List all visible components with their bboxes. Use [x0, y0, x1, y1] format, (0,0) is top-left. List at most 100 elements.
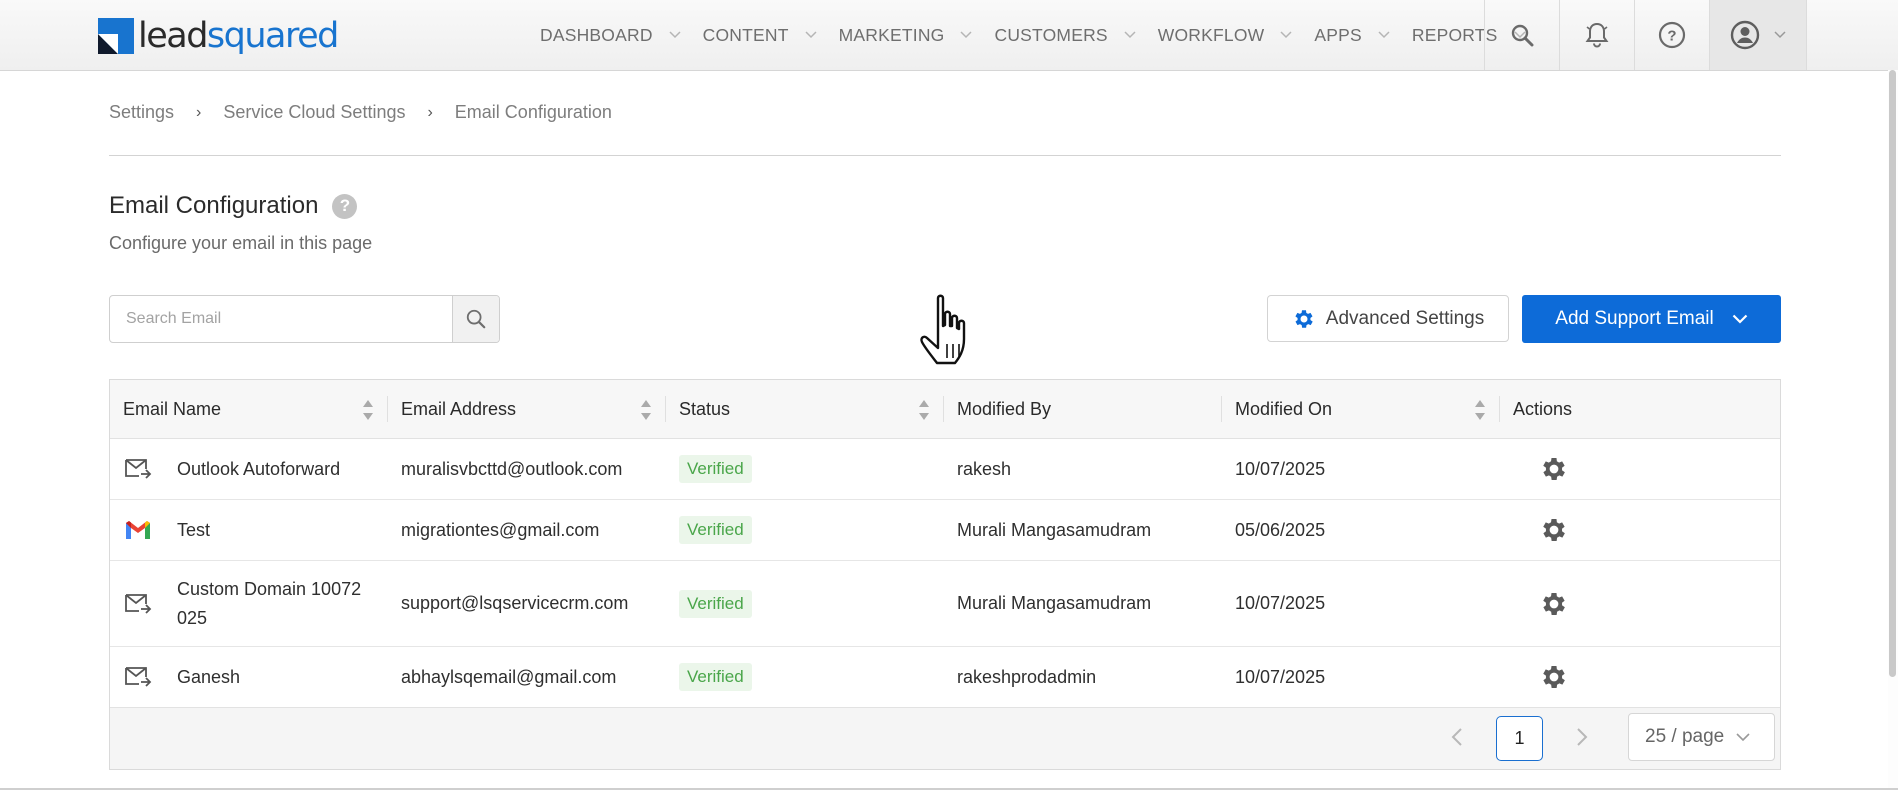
table-row: Outlook Autoforward muralisvbcttd@outloo… — [110, 439, 1780, 500]
status-badge: Verified — [679, 589, 752, 618]
chevron-down-icon — [1736, 732, 1750, 741]
gear-icon — [1295, 309, 1313, 328]
cell-status: Verified — [666, 455, 944, 483]
gear-icon — [1543, 458, 1565, 480]
gear-icon — [1543, 592, 1565, 615]
breadcrumb-settings[interactable]: Settings — [109, 102, 174, 123]
gmail-icon — [123, 518, 153, 542]
page-title-text: Email Configuration — [109, 192, 319, 219]
chevron-right-icon — [1577, 728, 1588, 746]
search-email-box — [109, 295, 500, 343]
row-actions-gear[interactable] — [1500, 515, 1780, 545]
nav-utility-icons: ? — [1484, 0, 1807, 70]
search-icon — [466, 309, 486, 329]
status-badge: Verified — [679, 455, 752, 483]
user-icon — [1730, 20, 1760, 50]
email-configuration-table: Email Name Email Address Status Modified… — [109, 379, 1781, 770]
advanced-settings-label: Advanced Settings — [1325, 307, 1485, 329]
column-header-email-address[interactable]: Email Address — [388, 380, 666, 438]
help-icon[interactable]: ? — [332, 193, 358, 219]
sort-icon[interactable] — [640, 399, 652, 421]
mail-forward-icon — [123, 592, 153, 616]
row-actions-gear[interactable] — [1500, 662, 1780, 692]
row-actions-gear[interactable] — [1500, 589, 1780, 619]
cell-status: Verified — [666, 663, 944, 691]
search-email-input[interactable] — [110, 296, 452, 342]
logo-text: leadsquared — [138, 16, 339, 56]
column-header-status[interactable]: Status — [666, 380, 944, 438]
sort-icon[interactable] — [918, 399, 930, 421]
cell-modified-by: rakeshprodadmin — [957, 666, 1097, 687]
page-subtitle: Configure your email in this page — [109, 233, 373, 253]
cell-email-address: migrationtes@gmail.com — [401, 519, 600, 540]
gear-icon — [1543, 666, 1565, 688]
search-button[interactable] — [452, 296, 499, 342]
chevron-down-icon — [1280, 31, 1292, 39]
breadcrumb-separator: › — [427, 103, 433, 121]
leadsquared-logo[interactable]: leadsquared — [98, 16, 339, 56]
nav-dashboard[interactable]: DASHBOARD — [540, 25, 681, 46]
cell-modified-by: rakesh — [957, 458, 1012, 479]
cell-modified-on: 10/07/2025 — [1235, 666, 1326, 687]
sort-icon[interactable] — [362, 399, 374, 421]
logo-mark-icon — [98, 18, 134, 54]
add-support-email-button[interactable]: Add Support Email — [1522, 295, 1781, 343]
status-badge: Verified — [679, 516, 752, 544]
page-size-select[interactable]: 25 / page — [1628, 713, 1775, 761]
cell-modified-by: Murali Mangasamudram — [957, 519, 1152, 540]
cell-status: Verified — [666, 516, 944, 544]
user-profile-menu[interactable] — [1709, 0, 1807, 70]
main-nav: DASHBOARD CONTENT MARKETING CUSTOMERS WO… — [540, 0, 1548, 70]
breadcrumb: Settings › Service Cloud Settings › Emai… — [109, 102, 612, 123]
help-icon[interactable]: ? — [1634, 0, 1709, 70]
cell-modified-on: 10/07/2025 — [1235, 458, 1326, 479]
previous-page-button[interactable] — [1450, 726, 1464, 753]
cell-modified-on: 10/07/2025 — [1235, 593, 1326, 613]
table-row: Custom Domain 10072 025 support@lsqservi… — [110, 561, 1780, 647]
search-icon[interactable] — [1484, 0, 1559, 70]
status-badge: Verified — [679, 663, 752, 691]
bell-icon[interactable] — [1559, 0, 1634, 70]
column-header-email-name[interactable]: Email Name — [110, 380, 388, 438]
advanced-settings-button[interactable]: Advanced Settings — [1267, 295, 1509, 342]
next-page-button[interactable] — [1575, 726, 1589, 753]
breadcrumb-service-cloud-settings[interactable]: Service Cloud Settings — [223, 102, 405, 123]
nav-marketing[interactable]: MARKETING — [839, 25, 973, 46]
table-header: Email Name Email Address Status Modified… — [110, 380, 1780, 439]
cell-email-name: Test — [110, 518, 388, 542]
svg-text:?: ? — [1667, 28, 1676, 45]
table-pagination: 1 25 / page — [110, 707, 1780, 769]
cell-email-address: support@lsqservicecrm.com — [401, 593, 629, 613]
page-number-button[interactable]: 1 — [1496, 716, 1543, 761]
chevron-down-icon — [1774, 31, 1786, 39]
cell-email-address: muralisvbcttd@outlook.com — [401, 458, 623, 479]
nav-apps[interactable]: APPS — [1314, 25, 1390, 46]
breadcrumb-separator: › — [196, 103, 202, 121]
page-title: Email Configuration ? — [109, 192, 358, 220]
cell-email-name: Custom Domain 10072 025 — [110, 575, 388, 633]
nav-customers[interactable]: CUSTOMERS — [994, 25, 1136, 46]
cell-email-name: Ganesh — [110, 665, 388, 689]
sort-icon[interactable] — [1474, 399, 1486, 421]
page-scrollbar-thumb[interactable] — [1889, 70, 1896, 677]
chevron-down-icon — [1124, 31, 1136, 39]
row-actions-gear[interactable] — [1500, 454, 1780, 484]
chevron-down-icon — [1732, 314, 1747, 324]
column-header-modified-by: Modified By — [944, 380, 1222, 438]
cell-status: Verified — [666, 589, 944, 618]
breadcrumb-divider — [109, 155, 1781, 156]
top-navigation-bar: leadsquared DASHBOARD CONTENT MARKETING … — [0, 0, 1898, 71]
mail-forward-icon — [123, 665, 153, 689]
nav-content[interactable]: CONTENT — [703, 25, 817, 46]
chevron-left-icon — [1451, 728, 1462, 746]
column-header-modified-on[interactable]: Modified On — [1222, 380, 1500, 438]
column-header-actions: Actions — [1513, 398, 1573, 419]
breadcrumb-current: Email Configuration — [454, 102, 612, 122]
cell-email-address: abhaylsqemail@gmail.com — [401, 666, 617, 687]
hand-cursor-icon — [916, 292, 982, 375]
table-row: Test migrationtes@gmail.com Verified Mur… — [110, 500, 1780, 561]
nav-workflow[interactable]: WORKFLOW — [1158, 25, 1293, 46]
table-row: Ganesh abhaylsqemail@gmail.com Verified … — [110, 647, 1780, 708]
mail-forward-icon — [123, 457, 153, 481]
chevron-down-icon — [960, 31, 973, 39]
